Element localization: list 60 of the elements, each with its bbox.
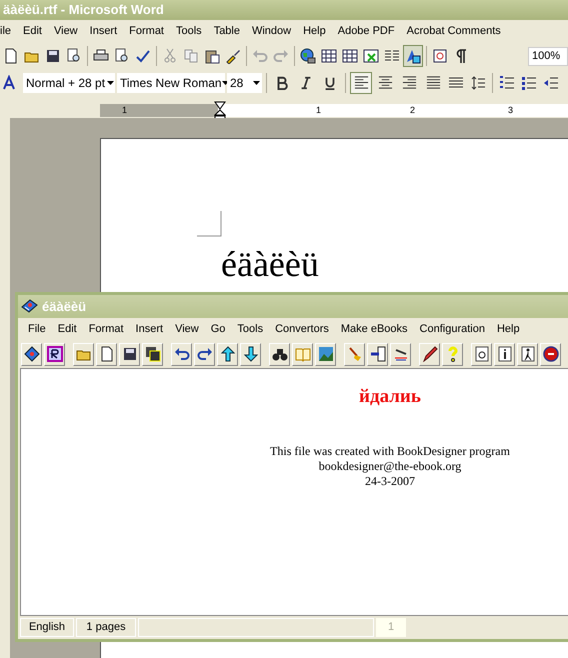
ruler-number: 3 xyxy=(508,104,514,116)
menu-item[interactable]: ile xyxy=(0,23,12,40)
save-all-icon[interactable] xyxy=(142,342,163,366)
menu-item[interactable]: Insert xyxy=(90,23,118,40)
dropdown-arrow-icon xyxy=(106,80,114,84)
page-number-field: 1 xyxy=(376,618,406,637)
status-field: English xyxy=(20,618,74,637)
menu-item[interactable]: Configuration xyxy=(420,320,485,338)
menu-item[interactable]: File xyxy=(28,320,46,338)
dropdown-arrow-icon xyxy=(252,80,260,84)
font-size-dropdown[interactable]: 28 xyxy=(227,72,262,92)
text-line: This file was created with BookDesigner program xyxy=(270,444,510,458)
text-line: 24-3-2007 xyxy=(365,474,415,488)
figure-icon[interactable] xyxy=(517,342,538,366)
style-dropdown[interactable]: Normal + 28 pt xyxy=(23,72,115,92)
document-text: éäàëèü xyxy=(221,243,319,286)
letter-r-icon[interactable] xyxy=(44,342,65,366)
image-icon[interactable] xyxy=(315,342,336,366)
redo-icon[interactable] xyxy=(194,342,215,366)
menu-item[interactable]: Edit xyxy=(23,23,42,40)
menu-item[interactable]: Table xyxy=(214,23,240,40)
menu-item[interactable]: View xyxy=(54,23,78,40)
menu-item[interactable]: Edit xyxy=(58,320,77,338)
menu-item[interactable]: Convertors xyxy=(275,320,329,338)
margin-corner-icon xyxy=(197,211,222,237)
menu-item[interactable]: Acrobat Comments xyxy=(406,23,501,40)
book-icon[interactable] xyxy=(21,342,42,366)
align-left-icon[interactable] xyxy=(350,72,372,94)
menu-item[interactable]: Help xyxy=(303,23,326,40)
menu-item[interactable]: Format xyxy=(88,320,124,338)
window-title: äàëèü.rtf - Microsoft Word xyxy=(3,1,164,20)
book-icon xyxy=(21,299,38,314)
ruler-number: 2 xyxy=(410,104,416,116)
menu-item[interactable]: Format xyxy=(129,23,164,40)
window-title: éäàëèü xyxy=(42,298,86,316)
heading: йдалиь xyxy=(359,385,421,409)
menu-item[interactable]: Adobe PDF xyxy=(338,23,395,40)
menu-item[interactable]: Tools xyxy=(237,320,264,338)
zoom-field[interactable]: 100% xyxy=(528,46,568,66)
ruler-number: 1 xyxy=(316,104,322,116)
pencil-icon[interactable] xyxy=(419,342,440,366)
menu-item[interactable]: Go xyxy=(210,320,226,338)
menu-item[interactable]: Insert xyxy=(136,320,164,338)
undo-icon[interactable] xyxy=(171,342,192,366)
text-line: bookdesigner@the-ebook.org xyxy=(318,458,462,474)
status-field: 1 pages xyxy=(76,618,136,637)
drawing-icon[interactable] xyxy=(403,45,423,67)
font-dropdown[interactable]: Times New Roman xyxy=(117,72,225,92)
menu-item[interactable]: Tools xyxy=(176,23,202,40)
help-icon[interactable] xyxy=(442,342,463,366)
menu-item[interactable]: Help xyxy=(496,320,520,338)
menu-item[interactable]: Make eBooks xyxy=(340,320,408,338)
broom-icon[interactable] xyxy=(344,342,365,366)
info-icon[interactable] xyxy=(494,342,515,366)
menu-item[interactable]: View xyxy=(175,320,199,338)
binoculars-icon[interactable] xyxy=(269,342,290,366)
ruler-number: 1 xyxy=(122,104,128,116)
folder-icon[interactable] xyxy=(73,342,94,366)
menu-item[interactable]: Window xyxy=(252,23,292,40)
new-page-icon[interactable] xyxy=(96,342,117,366)
